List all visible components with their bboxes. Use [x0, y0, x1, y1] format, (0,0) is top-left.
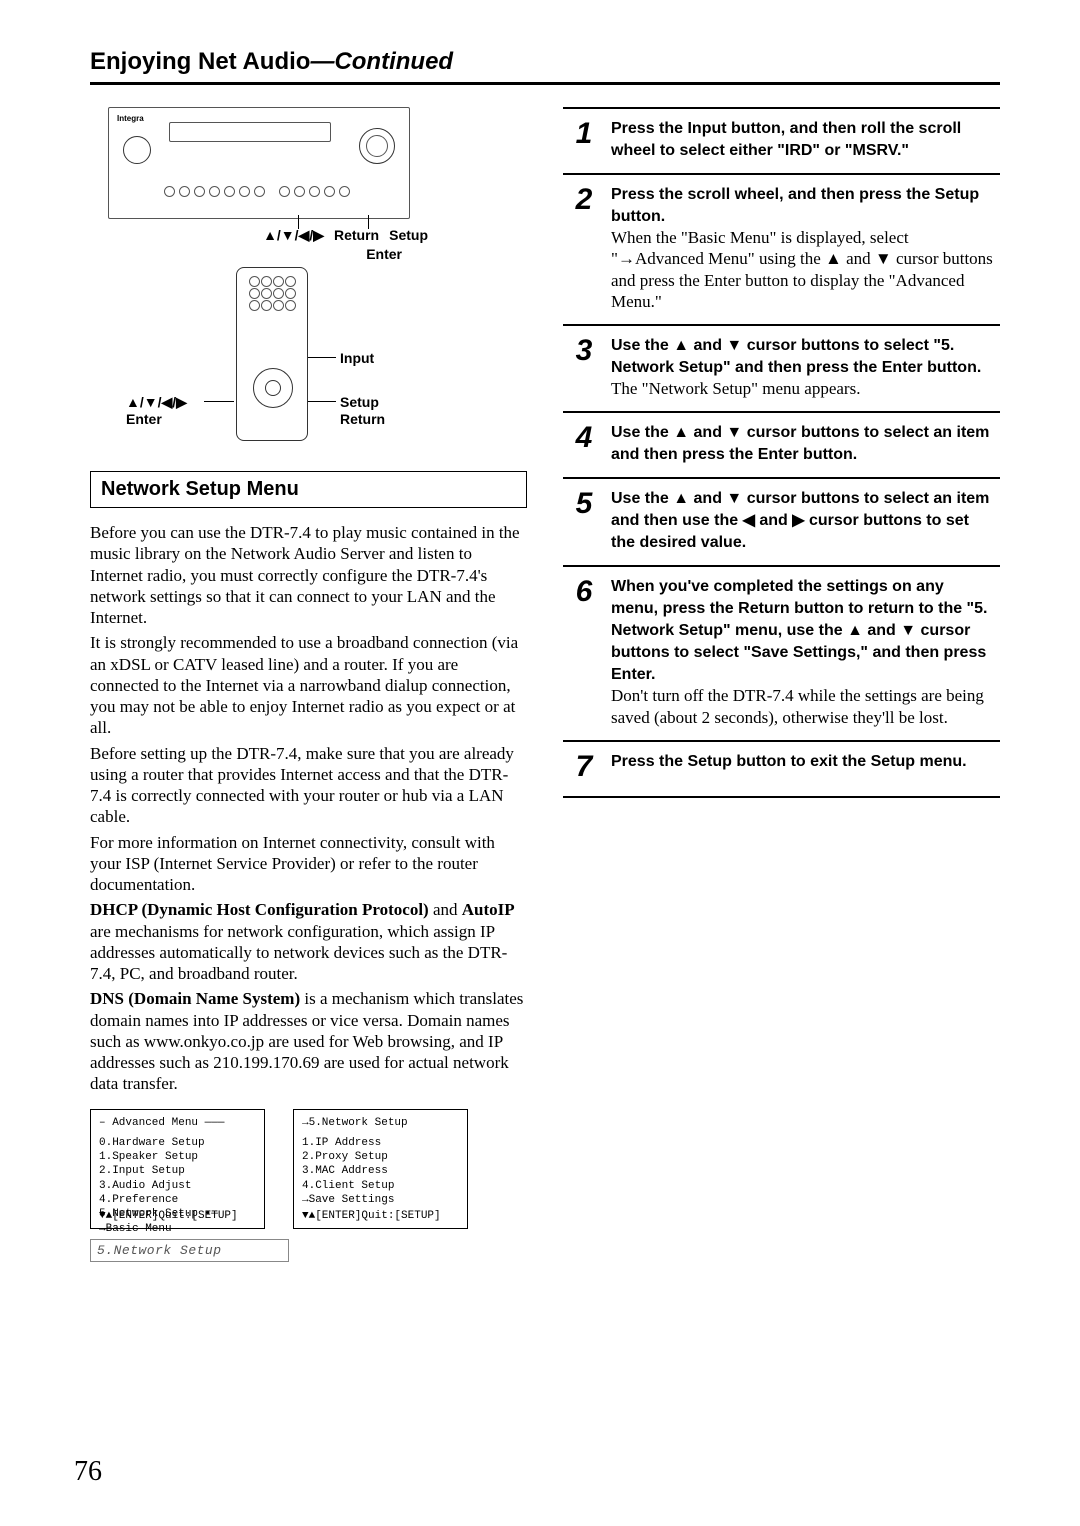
- step-bold: Use the ▲ and ▼ cursor buttons to select…: [611, 337, 981, 376]
- step-body: When you've completed the settings on an…: [605, 566, 1000, 741]
- term-dns: DNS (Domain Name System): [90, 989, 300, 1008]
- screen-item: 3.MAC Address: [302, 1164, 459, 1178]
- remote-button-grid: [249, 276, 294, 309]
- step-body: Use the ▲ and ▼ cursor buttons to select…: [605, 325, 1000, 412]
- receiver-button-row: [164, 186, 350, 197]
- step-number: 1: [563, 108, 605, 174]
- steps-table: 1 Press the Input button, and then roll …: [563, 107, 1000, 798]
- lcd-strip: 5.Network Setup: [90, 1239, 289, 1262]
- screen-item: 4.Preference: [99, 1193, 256, 1207]
- remote-illustration: [236, 267, 308, 441]
- title-rule: [90, 82, 1000, 85]
- right-column: 1 Press the Input button, and then roll …: [563, 107, 1000, 1262]
- leader-line: [308, 401, 336, 402]
- left-column: Integra ▲/▼/◀/▶ Return Set: [90, 107, 527, 1262]
- paragraph: DNS (Domain Name System) is a mechanism …: [90, 988, 527, 1094]
- label-enter: Enter: [366, 246, 402, 262]
- screen-network-setup: →5.Network Setup 1.IP Address 2.Proxy Se…: [293, 1109, 468, 1229]
- step-body: Use the ▲ and ▼ cursor buttons to select…: [605, 412, 1000, 478]
- step-bold: Press the scroll wheel, and then press t…: [611, 186, 979, 225]
- receiver-illustration: Integra: [108, 107, 410, 219]
- step-number: 6: [563, 566, 605, 741]
- body-text: Before you can use the DTR-7.4 to play m…: [90, 522, 527, 1095]
- label-arrows: ▲/▼/◀/▶: [263, 227, 324, 244]
- step-body: Press the Setup button to exit the Setup…: [605, 741, 1000, 797]
- title-text: Enjoying Net Audio: [90, 48, 310, 75]
- page-title: Enjoying Net Audio—Continued: [90, 48, 1000, 76]
- receiver-display-window: [169, 122, 331, 142]
- screen-footer: ▼▲[ENTER]Quit:[SETUP]: [302, 1209, 441, 1223]
- screen-title: – Advanced Menu ———: [99, 1116, 256, 1130]
- step-number: 4: [563, 412, 605, 478]
- diagram-labels-top: ▲/▼/◀/▶ Return Setup Enter: [108, 227, 428, 262]
- step-bold: When you've completed the settings on an…: [611, 578, 987, 683]
- screen-item: 2.Input Setup: [99, 1164, 256, 1178]
- step-row: 5 Use the ▲ and ▼ cursor buttons to sele…: [563, 478, 1000, 566]
- page: Enjoying Net Audio—Continued Integra: [0, 0, 1080, 1526]
- screen-footer: ▼▲[ENTER]Quit:[SETUP]: [99, 1209, 238, 1223]
- screen-item: 0.Hardware Setup: [99, 1136, 256, 1150]
- step-body: Press the Input button, and then roll th…: [605, 108, 1000, 174]
- page-number: 76: [74, 1456, 102, 1488]
- step-plain: The "Network Setup" menu appears.: [611, 379, 860, 398]
- title-continued: —Continued: [310, 48, 453, 75]
- paragraph: For more information on Internet connect…: [90, 832, 527, 896]
- step-row: 7 Press the Setup button to exit the Set…: [563, 741, 1000, 797]
- step-plain: When the "Basic Menu" is displayed, sele…: [611, 228, 993, 311]
- screen-item: 4.Client Setup: [302, 1179, 459, 1193]
- step-bold: Press the Input button, and then roll th…: [611, 120, 961, 159]
- step-bold: Use the ▲ and ▼ cursor buttons to select…: [611, 490, 989, 551]
- step-number: 2: [563, 174, 605, 325]
- label-enter-2: Enter: [126, 410, 162, 428]
- screen-title: →5.Network Setup: [302, 1116, 459, 1130]
- receiver-knob-small: [123, 136, 151, 164]
- device-diagram: Integra ▲/▼/◀/▶ Return Set: [108, 107, 458, 447]
- step-bold: Press the Setup button to exit the Setup…: [611, 753, 967, 770]
- screen-advanced-menu: – Advanced Menu ——— 0.Hardware Setup 1.S…: [90, 1109, 265, 1229]
- leader-line: [308, 357, 336, 358]
- label-setup: Setup: [389, 227, 428, 244]
- screen-item: 2.Proxy Setup: [302, 1150, 459, 1164]
- step-body: Press the scroll wheel, and then press t…: [605, 174, 1000, 325]
- term-dhcp: DHCP (Dynamic Host Configuration Protoco…: [90, 900, 429, 919]
- paragraph: DHCP (Dynamic Host Configuration Protoco…: [90, 899, 527, 984]
- screen-item: 3.Audio Adjust: [99, 1179, 256, 1193]
- label-arrows-2: ▲/▼/◀/▶: [126, 393, 187, 411]
- label-setup-2: Setup: [340, 393, 379, 411]
- step-number: 5: [563, 478, 605, 566]
- step-row: 2 Press the scroll wheel, and then press…: [563, 174, 1000, 325]
- receiver-knob-large: [359, 128, 395, 164]
- step-row: 1 Press the Input button, and then roll …: [563, 108, 1000, 174]
- menu-screens: – Advanced Menu ——— 0.Hardware Setup 1.S…: [90, 1109, 527, 1229]
- paragraph: Before setting up the DTR-7.4, make sure…: [90, 743, 527, 828]
- step-number: 7: [563, 741, 605, 797]
- two-column-layout: Integra ▲/▼/◀/▶ Return Set: [90, 107, 1000, 1262]
- step-body: Use the ▲ and ▼ cursor buttons to select…: [605, 478, 1000, 566]
- step-row: 4 Use the ▲ and ▼ cursor buttons to sele…: [563, 412, 1000, 478]
- screen-item: 1.Speaker Setup: [99, 1150, 256, 1164]
- remote-dpad: [253, 368, 293, 408]
- step-number: 3: [563, 325, 605, 412]
- step-bold: Use the ▲ and ▼ cursor buttons to select…: [611, 424, 989, 463]
- screen-item: →Save Settings: [302, 1193, 459, 1207]
- paragraph: Before you can use the DTR-7.4 to play m…: [90, 522, 527, 628]
- leader-line: [204, 401, 234, 402]
- label-return-2: Return: [340, 410, 385, 428]
- step-plain: Don't turn off the DTR-7.4 while the set…: [611, 686, 984, 726]
- screen-item: →Basic Menu: [99, 1222, 256, 1236]
- paragraph: It is strongly recommended to use a broa…: [90, 632, 527, 738]
- label-input: Input: [340, 349, 374, 367]
- screen-item: 1.IP Address: [302, 1136, 459, 1150]
- term-autoip: AutoIP: [462, 900, 515, 919]
- step-row: 3 Use the ▲ and ▼ cursor buttons to sele…: [563, 325, 1000, 412]
- label-return: Return: [334, 227, 379, 244]
- section-heading: Network Setup Menu: [90, 471, 527, 508]
- receiver-brand: Integra: [117, 114, 144, 123]
- step-row: 6 When you've completed the settings on …: [563, 566, 1000, 741]
